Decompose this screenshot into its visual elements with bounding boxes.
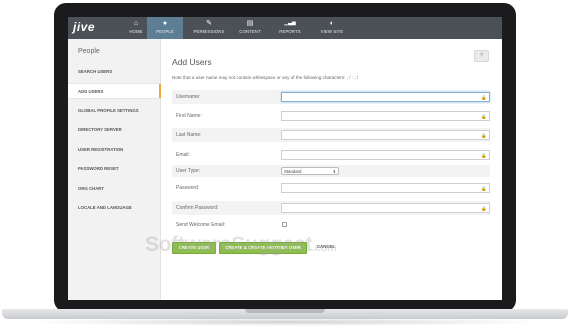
form-row-username: Username: 🔒: [172, 90, 490, 104]
nav-view-site[interactable]: ◐ VIEW SITE: [312, 17, 352, 39]
laptop-shadow: [20, 318, 550, 326]
username-note: Note that a user name may not contain wh…: [172, 75, 359, 80]
lock-icon: 🔒: [481, 206, 487, 211]
chart-icon: ▁▃▅: [284, 20, 296, 26]
form-row-email: Email: 🔒: [172, 148, 490, 162]
lock-icon: 🔒: [481, 114, 487, 119]
nav-label: PEOPLE: [156, 29, 174, 34]
lock-icon: 🔒: [481, 133, 487, 138]
sidebar-item-label: DIRECTORY SERVER: [78, 127, 122, 132]
first-name-label: First Name:: [176, 113, 202, 119]
nav-label: CONTENT: [239, 29, 261, 34]
screen: jive ⌂ HOME ● PEOPLE ✎ PERMISSIONS ▤ CON…: [68, 17, 502, 300]
nav-label: PERMISSIONS: [193, 29, 225, 34]
last-name-label: Last Name:: [176, 132, 202, 138]
sidebar-item-locale-and-language[interactable]: LOCALE AND LANGUAGE: [68, 200, 160, 216]
sidebar-item-label: ADD USERS: [78, 89, 104, 94]
sidebar-item-org-chart[interactable]: ORG CHART: [68, 181, 160, 197]
select-arrows-icon: ⬍: [332, 169, 336, 174]
lock-icon: 🔒: [481, 186, 487, 191]
globe-icon: ◐: [329, 20, 335, 27]
laptop-notch: [245, 309, 325, 313]
nav-people[interactable]: ● PEOPLE: [147, 17, 183, 39]
nav-reports[interactable]: ▁▃▅ REPORTS: [270, 17, 310, 39]
sidebar: People SEARCH USERS ADD USERS GLOBAL PRO…: [68, 39, 161, 300]
home-icon: ⌂: [133, 20, 139, 27]
password-label: Password:: [176, 185, 200, 191]
sidebar-title: People: [78, 48, 100, 55]
sidebar-item-global-profile-settings[interactable]: GLOBAL PROFILE SETTINGS: [68, 103, 160, 119]
form-row-confirm-password: Confirm Password: 🔒: [172, 201, 490, 215]
page-title: Add Users: [172, 57, 212, 67]
wrench-icon: ✎: [206, 20, 212, 27]
jive-logo: jive: [73, 20, 96, 34]
document-icon: ▤: [246, 20, 254, 27]
top-nav: jive ⌂ HOME ● PEOPLE ✎ PERMISSIONS ▤ CON…: [68, 17, 502, 39]
sidebar-item-directory-server[interactable]: DIRECTORY SERVER: [68, 122, 160, 138]
sidebar-item-password-reset[interactable]: PASSWORD RESET: [68, 161, 160, 177]
form-row-send-welcome: Send Welcome Email:: [172, 218, 490, 232]
form-row-last-name: Last Name: 🔒: [172, 128, 490, 142]
username-field[interactable]: 🔒: [281, 92, 490, 102]
sidebar-item-user-registration[interactable]: USER REGISTRATION: [68, 142, 160, 158]
watermark-logo: SoftwareSuggest.com: [145, 233, 337, 256]
form-row-password: Password: 🔒: [172, 181, 490, 195]
email-label: Email:: [176, 152, 190, 158]
form-row-first-name: First Name: 🔒: [172, 109, 490, 123]
nav-label: VIEW SITE: [320, 29, 344, 34]
sidebar-item-add-users[interactable]: ADD USERS: [68, 83, 161, 99]
first-name-field[interactable]: 🔒: [281, 111, 490, 121]
email-field[interactable]: 🔒: [281, 150, 490, 160]
nav-permissions[interactable]: ✎ PERMISSIONS: [188, 17, 230, 39]
form-row-user-type: User Type: Standard ⬍: [172, 165, 490, 177]
help-button[interactable]: ?: [474, 50, 489, 62]
last-name-field[interactable]: 🔒: [281, 130, 490, 140]
send-welcome-label: Send Welcome Email:: [176, 222, 226, 228]
confirm-password-label: Confirm Password:: [176, 205, 219, 211]
sidebar-item-label: PASSWORD RESET: [78, 166, 119, 171]
nav-label: REPORTS: [279, 29, 301, 34]
password-field[interactable]: 🔒: [281, 183, 490, 193]
lock-icon: 🔒: [481, 153, 487, 158]
person-icon: ●: [162, 20, 168, 27]
lock-icon: 🔒: [481, 95, 487, 100]
username-label: Username:: [176, 94, 201, 100]
sidebar-item-label: SEARCH USERS: [78, 69, 113, 74]
sidebar-item-label: GLOBAL PROFILE SETTINGS: [78, 108, 139, 113]
active-indicator: [159, 84, 161, 98]
sidebar-item-label: ORG CHART: [78, 186, 105, 191]
sidebar-item-search-users[interactable]: SEARCH USERS: [68, 64, 160, 80]
sidebar-item-label: USER REGISTRATION: [78, 147, 124, 152]
user-type-select[interactable]: Standard ⬍: [281, 167, 339, 175]
send-welcome-checkbox[interactable]: [282, 222, 287, 227]
sidebar-item-label: LOCALE AND LANGUAGE: [78, 205, 132, 210]
user-type-label: User Type:: [176, 168, 201, 174]
nav-content[interactable]: ▤ CONTENT: [230, 17, 270, 39]
confirm-password-field[interactable]: 🔒: [281, 203, 490, 213]
